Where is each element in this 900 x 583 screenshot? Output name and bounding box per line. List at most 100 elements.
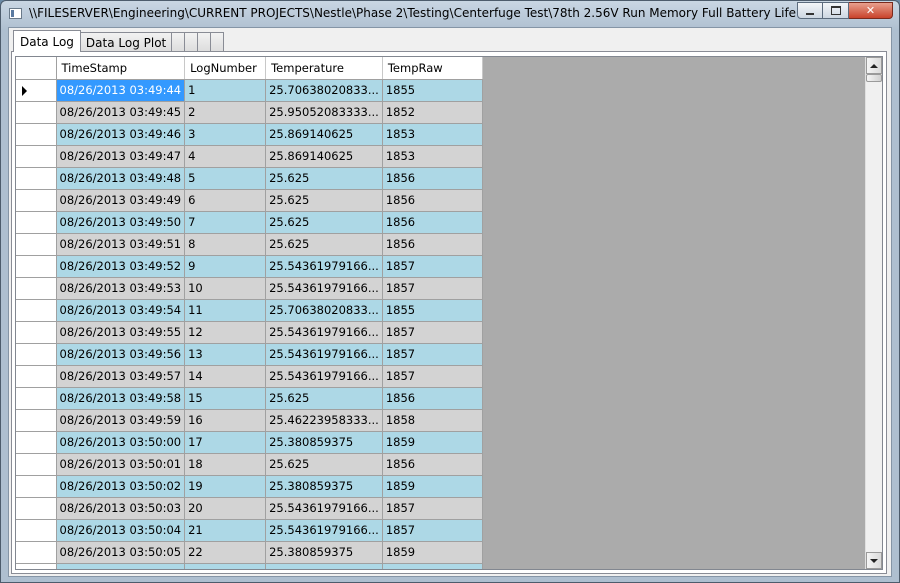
cell-timestamp[interactable]: 08/26/2013 03:49:48 — [56, 167, 186, 190]
table-row[interactable]: 08/26/2013 03:49:52 9 25.54361979166... 185… — [16, 255, 483, 278]
table-row[interactable]: 08/26/2013 03:49:56 13 25.54361979166... 18… — [16, 343, 483, 366]
cell-temperature[interactable]: 25.625 — [265, 189, 383, 212]
row-header[interactable] — [16, 343, 57, 366]
row-header[interactable] — [16, 145, 57, 168]
cell-tempraw[interactable]: 1857 — [382, 277, 483, 300]
cell-timestamp[interactable]: 08/26/2013 03:49:50 — [56, 211, 186, 234]
cell-timestamp[interactable]: 08/26/2013 03:49:47 — [56, 145, 186, 168]
row-header[interactable] — [16, 189, 57, 212]
data-grid[interactable]: TimeStamp LogNumber Temperature TempRaw … — [15, 56, 883, 570]
cell-tempraw[interactable]: 1857 — [382, 321, 483, 344]
table-row[interactable]: 08/26/2013 03:49:53 10 25.54361979166... 18… — [16, 277, 483, 300]
cell-temperature[interactable]: 25.625 — [265, 453, 383, 476]
cell-timestamp[interactable]: 08/26/2013 03:49:45 — [56, 101, 186, 124]
cell-tempraw[interactable]: 1853 — [382, 123, 483, 146]
row-header[interactable] — [16, 277, 57, 300]
cell-lognumber[interactable] — [184, 563, 267, 569]
cell-lognumber[interactable]: 13 — [184, 343, 267, 366]
row-header[interactable] — [16, 101, 57, 124]
table-row[interactable] — [16, 563, 483, 569]
cell-temperature[interactable]: 25.380859375 — [265, 475, 383, 498]
cell-tempraw[interactable]: 1855 — [382, 79, 483, 102]
cell-lognumber[interactable]: 12 — [184, 321, 267, 344]
cell-lognumber[interactable]: 10 — [184, 277, 267, 300]
row-header[interactable] — [16, 255, 57, 278]
cell-lognumber[interactable]: 8 — [184, 233, 267, 256]
row-header[interactable] — [16, 541, 57, 564]
cell-timestamp[interactable]: 08/26/2013 03:49:44 — [56, 79, 186, 102]
cell-lognumber[interactable]: 19 — [184, 475, 267, 498]
table-row[interactable]: 08/26/2013 03:50:04 21 25.54361979166... 18… — [16, 519, 483, 542]
table-row[interactable]: 08/26/2013 03:49:57 14 25.54361979166... 18… — [16, 365, 483, 388]
row-header[interactable] — [16, 211, 57, 234]
row-header[interactable] — [16, 321, 57, 344]
row-header[interactable] — [16, 409, 57, 432]
row-header[interactable] — [16, 79, 57, 102]
cell-timestamp[interactable]: 08/26/2013 03:49:56 — [56, 343, 186, 366]
cell-tempraw[interactable]: 1856 — [382, 233, 483, 256]
cell-tempraw[interactable]: 1856 — [382, 167, 483, 190]
cell-lognumber[interactable]: 15 — [184, 387, 267, 410]
cell-tempraw[interactable]: 1858 — [382, 409, 483, 432]
cell-timestamp[interactable]: 08/26/2013 03:49:51 — [56, 233, 186, 256]
cell-lognumber[interactable]: 5 — [184, 167, 267, 190]
cell-temperature[interactable]: 25.46223958333... — [265, 409, 383, 432]
cell-timestamp[interactable]: 08/26/2013 03:50:02 — [56, 475, 186, 498]
cell-temperature[interactable]: 25.70638020833... — [265, 299, 383, 322]
tab-data-log-plot[interactable]: Data Log Plot — [79, 32, 173, 52]
table-row[interactable]: 08/26/2013 03:49:45 2 25.95052083333... 185… — [16, 101, 483, 124]
cell-temperature[interactable]: 25.54361979166... — [265, 277, 383, 300]
cell-lognumber[interactable]: 1 — [184, 79, 267, 102]
cell-lognumber[interactable]: 4 — [184, 145, 267, 168]
cell-timestamp[interactable]: 08/26/2013 03:49:49 — [56, 189, 186, 212]
cell-tempraw[interactable]: 1857 — [382, 365, 483, 388]
cell-lognumber[interactable]: 7 — [184, 211, 267, 234]
cell-temperature[interactable]: 25.54361979166... — [265, 321, 383, 344]
cell-tempraw[interactable]: 1857 — [382, 519, 483, 542]
cell-lognumber[interactable]: 11 — [184, 299, 267, 322]
cell-timestamp[interactable]: 08/26/2013 03:49:55 — [56, 321, 186, 344]
tab-empty[interactable] — [171, 32, 186, 52]
cell-temperature[interactable]: 25.95052083333... — [265, 101, 383, 124]
maximize-button[interactable] — [823, 2, 849, 19]
table-row[interactable]: 08/26/2013 03:49:48 5 25.625 1856 — [16, 167, 483, 190]
table-row[interactable]: 08/26/2013 03:49:59 16 25.46223958333... 18… — [16, 409, 483, 432]
cell-tempraw[interactable]: 1855 — [382, 299, 483, 322]
cell-timestamp[interactable]: 08/26/2013 03:50:00 — [56, 431, 186, 454]
cell-tempraw[interactable]: 1857 — [382, 343, 483, 366]
row-header[interactable] — [16, 365, 57, 388]
cell-lognumber[interactable]: 3 — [184, 123, 267, 146]
cell-tempraw[interactable]: 1857 — [382, 497, 483, 520]
tab-empty[interactable] — [197, 32, 212, 52]
scroll-thumb[interactable] — [866, 74, 882, 82]
column-header-temperature[interactable]: Temperature — [265, 57, 383, 80]
cell-temperature[interactable]: 25.54361979166... — [265, 343, 383, 366]
row-header[interactable] — [16, 387, 57, 410]
cell-lognumber[interactable]: 17 — [184, 431, 267, 454]
cell-lognumber[interactable]: 18 — [184, 453, 267, 476]
cell-tempraw[interactable]: 1852 — [382, 101, 483, 124]
cell-timestamp[interactable]: 08/26/2013 03:49:53 — [56, 277, 186, 300]
row-header[interactable] — [16, 299, 57, 322]
cell-lognumber[interactable]: 16 — [184, 409, 267, 432]
cell-temperature[interactable] — [265, 563, 383, 569]
cell-lognumber[interactable]: 21 — [184, 519, 267, 542]
row-header[interactable] — [16, 233, 57, 256]
table-row[interactable]: 08/26/2013 03:49:50 7 25.625 1856 — [16, 211, 483, 234]
table-row[interactable]: 08/26/2013 03:49:49 6 25.625 1856 — [16, 189, 483, 212]
cell-temperature[interactable]: 25.625 — [265, 167, 383, 190]
cell-temperature[interactable]: 25.54361979166... — [265, 365, 383, 388]
cell-tempraw[interactable]: 1857 — [382, 255, 483, 278]
cell-timestamp[interactable]: 08/26/2013 03:49:52 — [56, 255, 186, 278]
scroll-up-button[interactable] — [866, 57, 882, 74]
table-row[interactable]: 08/26/2013 03:49:58 15 25.625 1856 — [16, 387, 483, 410]
row-header[interactable] — [16, 123, 57, 146]
row-header[interactable] — [16, 431, 57, 454]
cell-temperature[interactable]: 25.625 — [265, 233, 383, 256]
table-row[interactable]: 08/26/2013 03:49:55 12 25.54361979166... 18… — [16, 321, 483, 344]
cell-timestamp[interactable]: 08/26/2013 03:50:05 — [56, 541, 186, 564]
table-row[interactable]: 08/26/2013 03:49:51 8 25.625 1856 — [16, 233, 483, 256]
cell-timestamp[interactable]: 08/26/2013 03:49:46 — [56, 123, 186, 146]
cell-tempraw[interactable]: 1856 — [382, 453, 483, 476]
cell-tempraw[interactable]: 1859 — [382, 475, 483, 498]
